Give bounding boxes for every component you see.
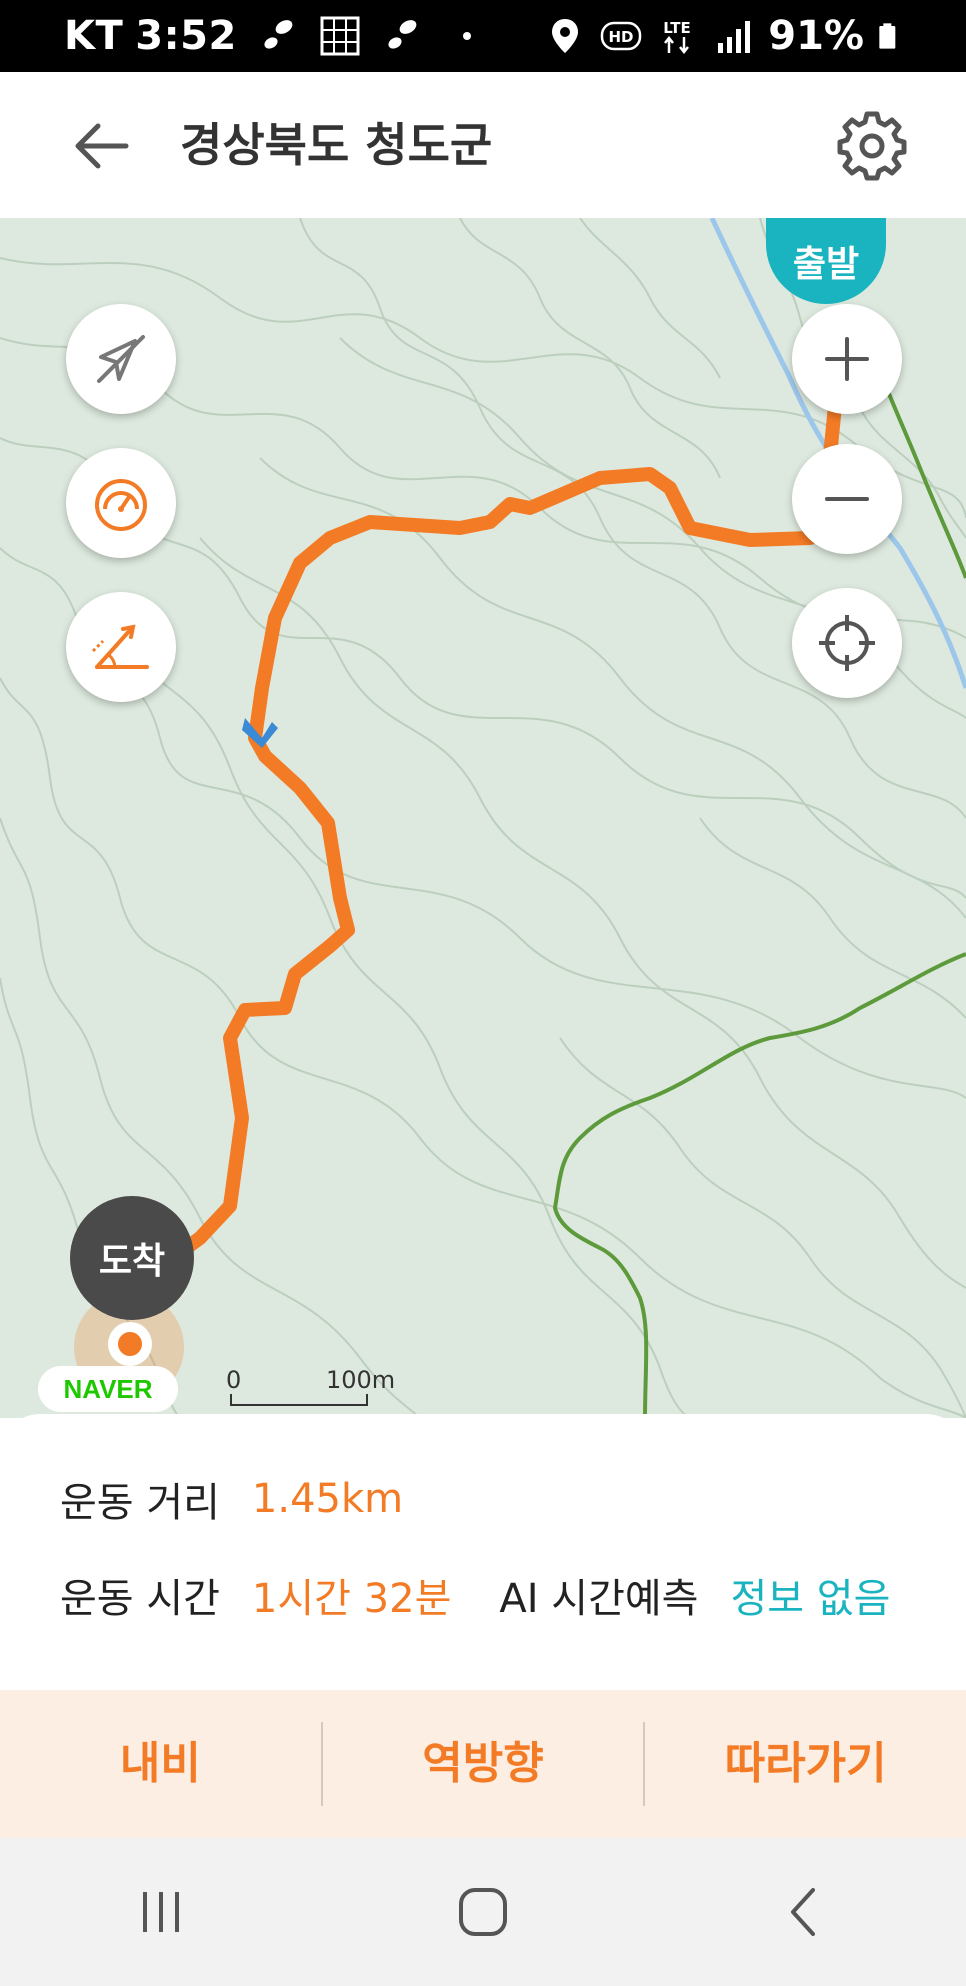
status-left: KT 3:52 bbox=[64, 0, 471, 72]
start-marker-label: 출발 bbox=[792, 244, 860, 285]
signal-icon bbox=[718, 21, 751, 53]
ai-time-value: 정보 없음 bbox=[730, 1576, 891, 1622]
ai-time-label: AI 시간예측 bbox=[499, 1576, 699, 1622]
hd-icon: HD bbox=[601, 21, 642, 51]
home-button[interactable] bbox=[433, 1862, 533, 1962]
zoom-in-button[interactable] bbox=[792, 304, 902, 414]
compass-off-icon bbox=[97, 335, 145, 383]
back-button[interactable] bbox=[66, 110, 138, 182]
info-panel: 운동 거리 1.45km 운동 시간 1시간 32분 AI 시간예측 정보 없음 bbox=[0, 1414, 966, 1690]
distance-label: 운동 거리 bbox=[60, 1480, 220, 1526]
recent-apps-icon bbox=[143, 1892, 179, 1932]
locate-icon bbox=[819, 615, 875, 671]
status-bar: KT 3:52 HD LTE 91% bbox=[0, 0, 966, 72]
home-icon bbox=[459, 1888, 507, 1936]
back-icon bbox=[791, 1888, 815, 1936]
system-nav-bar bbox=[0, 1838, 966, 1986]
settings-button[interactable] bbox=[836, 110, 908, 182]
locate-button[interactable] bbox=[792, 588, 902, 698]
action-bar: 내비 역방향 따라가기 bbox=[0, 1690, 966, 1838]
current-location-icon bbox=[108, 1322, 152, 1366]
navi-button[interactable]: 내비 bbox=[0, 1722, 321, 1806]
zoom-out-icon bbox=[825, 497, 869, 501]
trail-path-lower bbox=[552, 952, 966, 1418]
zoom-out-button[interactable] bbox=[792, 444, 902, 554]
slope-icon bbox=[91, 624, 149, 669]
svg-text:LTE: LTE bbox=[663, 19, 691, 37]
end-marker-label: 도착 bbox=[98, 1241, 166, 1282]
time-row: 운동 시간 1시간 32분 AI 시간예측 정보 없음 bbox=[60, 1566, 890, 1624]
notification-dot-icon bbox=[462, 32, 471, 40]
status-time: 3:52 bbox=[135, 13, 237, 59]
end-marker[interactable]: 도착 bbox=[70, 1196, 194, 1320]
speedometer-icon bbox=[95, 479, 147, 531]
naver-logo-text: NAVER bbox=[63, 1373, 153, 1404]
scale-bar: 0 100m bbox=[226, 1366, 395, 1412]
zoom-in-icon bbox=[825, 337, 869, 381]
distance-value: 1.45km bbox=[251, 1476, 404, 1522]
map-view[interactable]: 출발 도착 NAVER 0 100m bbox=[0, 218, 966, 1418]
gear-icon bbox=[837, 111, 907, 181]
app-header: 경상북도 청도군 bbox=[0, 72, 966, 218]
page-title: 경상북도 청도군 bbox=[180, 118, 493, 172]
naver-logo: NAVER bbox=[38, 1366, 178, 1412]
shoe-print-icon bbox=[388, 20, 417, 49]
shoe-print-icon bbox=[264, 20, 293, 49]
scale-line bbox=[230, 1394, 368, 1406]
time-value: 1시간 32분 bbox=[251, 1576, 452, 1622]
lte-icon: LTE bbox=[663, 19, 691, 55]
grid-icon bbox=[320, 16, 360, 56]
recent-apps-button[interactable] bbox=[111, 1862, 211, 1962]
reverse-button[interactable]: 역방향 bbox=[323, 1722, 644, 1806]
battery-percent: 91% bbox=[768, 13, 864, 59]
location-icon bbox=[552, 19, 579, 53]
svg-text:HD: HD bbox=[609, 28, 634, 46]
slope-button[interactable] bbox=[66, 592, 176, 702]
time-label: 운동 시간 bbox=[60, 1576, 220, 1622]
compass-off-button[interactable] bbox=[66, 304, 176, 414]
status-right: HD LTE 91% bbox=[544, 0, 906, 72]
status-carrier: KT bbox=[64, 13, 124, 59]
speed-button[interactable] bbox=[66, 448, 176, 558]
follow-button[interactable]: 따라가기 bbox=[645, 1722, 966, 1806]
system-back-button[interactable] bbox=[755, 1862, 855, 1962]
distance-row: 운동 거리 1.45km bbox=[60, 1470, 403, 1528]
scale-zero-label: 0 bbox=[226, 1366, 242, 1394]
scale-distance-label: 100m bbox=[326, 1366, 396, 1394]
battery-icon bbox=[879, 23, 896, 49]
arrow-left-icon bbox=[75, 123, 129, 169]
